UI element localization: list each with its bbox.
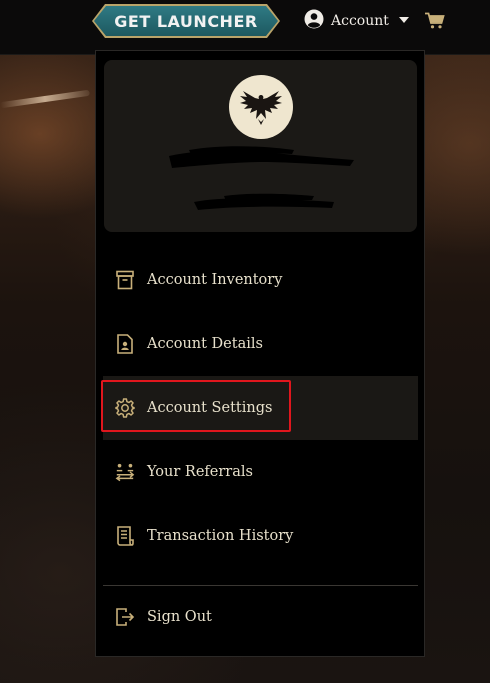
- menu-item-label: Account Inventory: [147, 272, 283, 288]
- cart-icon[interactable]: [425, 12, 445, 30]
- profile-card: [104, 60, 417, 232]
- archive-box-icon: [115, 269, 135, 291]
- menu-item-label: Transaction History: [147, 528, 294, 544]
- account-menu-label: Account: [331, 13, 389, 29]
- top-navigation-bar: GET LAUNCHER Account: [0, 0, 490, 55]
- user-document-icon: [115, 333, 135, 355]
- redacted-user-info: [169, 146, 354, 210]
- sign-out-icon: [115, 606, 135, 628]
- account-menu-button[interactable]: Account: [304, 9, 409, 33]
- menu-item-label: Your Referrals: [147, 464, 253, 480]
- menu-item-account-details[interactable]: Account Details: [103, 312, 418, 376]
- menu-item-account-inventory[interactable]: Account Inventory: [103, 248, 418, 312]
- referrals-icon: [115, 461, 135, 483]
- chevron-down-icon: [398, 16, 409, 27]
- menu-item-transaction-history[interactable]: Transaction History: [103, 504, 418, 568]
- selection-highlight-box: [101, 380, 291, 432]
- avatar: [229, 75, 293, 139]
- phoenix-logo-icon: [240, 91, 282, 125]
- sign-out-label: Sign Out: [147, 609, 212, 625]
- menu-item-your-referrals[interactable]: Your Referrals: [103, 440, 418, 504]
- menu-item-label: Account Details: [147, 336, 263, 352]
- get-launcher-button[interactable]: GET LAUNCHER: [94, 6, 278, 36]
- account-dropdown-menu: Account Inventory Account Details Accoun…: [95, 50, 425, 657]
- sign-out-button[interactable]: Sign Out: [103, 585, 418, 649]
- user-circle-icon: [304, 9, 324, 33]
- receipt-icon: [115, 525, 135, 547]
